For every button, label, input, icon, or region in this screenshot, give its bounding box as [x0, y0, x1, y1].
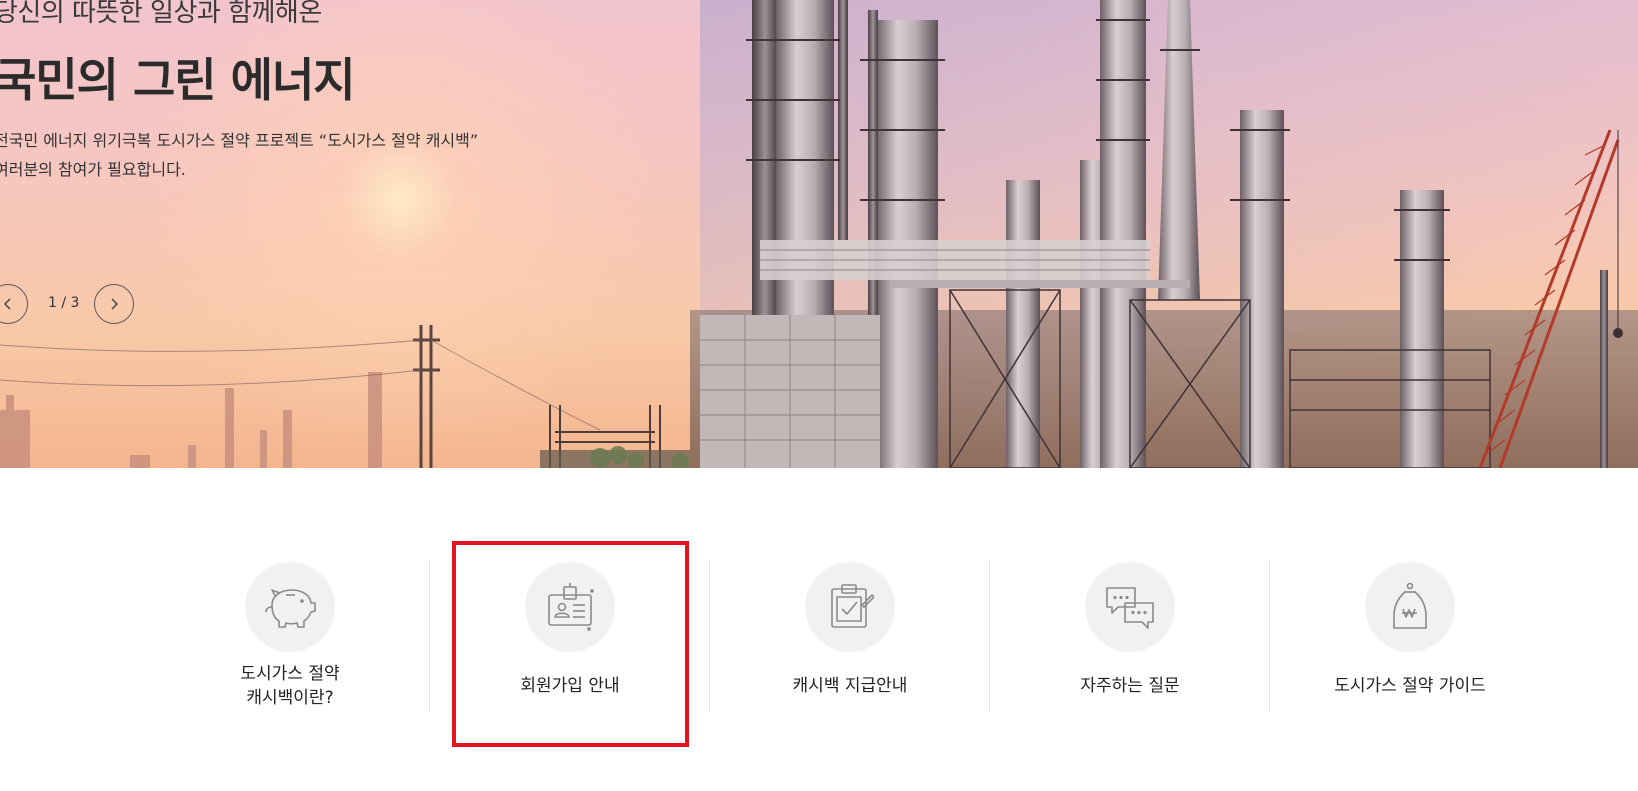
quick-menu-item-cashback-payment[interactable]: 캐시백 지급안내 [710, 560, 990, 712]
icon-circle [245, 562, 335, 652]
quick-menu-label-line-1: 도시가스 절약 [240, 664, 340, 684]
quick-menu-label: 도시가스 절약 캐시백이란? [150, 662, 430, 710]
slider-next-button[interactable] [94, 284, 134, 324]
slide-counter: 1 / 3 [48, 295, 80, 311]
chevron-left-icon [3, 298, 11, 310]
clipboard-check-icon [831, 584, 874, 628]
hero-title: 국민의 그린 에너지 [0, 53, 356, 107]
piggy-bank-icon [265, 589, 316, 628]
quick-menu-label: 도시가스 절약 가이드 [1334, 676, 1486, 696]
icon-circle [525, 562, 615, 652]
money-bag-won-icon [1393, 582, 1427, 629]
quick-menu-label: 자주하는 질문 [1080, 676, 1180, 696]
quick-menu-item-signup-guide[interactable]: 회원가입 안내 [430, 560, 710, 712]
quick-menu: 도시가스 절약 캐시백이란? 회원가입 안내 캐시백 지급안내 자주하는 질문 … [150, 560, 1550, 712]
icon-circle [1085, 562, 1175, 652]
chat-bubbles-icon [1106, 587, 1154, 629]
hero-desc-line-1: 전국민 에너지 위기극복 도시가스 절약 프로젝트 “도시가스 절약 캐시백” [0, 131, 479, 150]
hero-eyebrow: 당신의 따뜻한 일상과 함께해온 [0, 0, 322, 28]
chevron-right-icon [111, 298, 119, 310]
hero-desc-line-2: 여러분의 참여가 필요합니다. [0, 160, 186, 179]
hero-description: 전국민 에너지 위기극복 도시가스 절약 프로젝트 “도시가스 절약 캐시백” … [0, 126, 478, 184]
hero-banner: 당신의 따뜻한 일상과 함께해온 국민의 그린 에너지 전국민 에너지 위기극복… [0, 0, 1638, 468]
quick-menu-label: 캐시백 지급안내 [792, 676, 908, 696]
icon-circle [1365, 562, 1455, 652]
quick-menu-item-saving-guide[interactable]: 도시가스 절약 가이드 [1270, 560, 1550, 712]
quick-menu-item-faq[interactable]: 자주하는 질문 [990, 560, 1270, 712]
quick-menu-label-line-2: 캐시백이란? [246, 688, 334, 708]
quick-menu-label: 회원가입 안내 [520, 676, 620, 696]
id-card-icon [548, 583, 594, 631]
quick-menu-item-cashback-intro[interactable]: 도시가스 절약 캐시백이란? [150, 560, 430, 712]
icon-circle [805, 562, 895, 652]
